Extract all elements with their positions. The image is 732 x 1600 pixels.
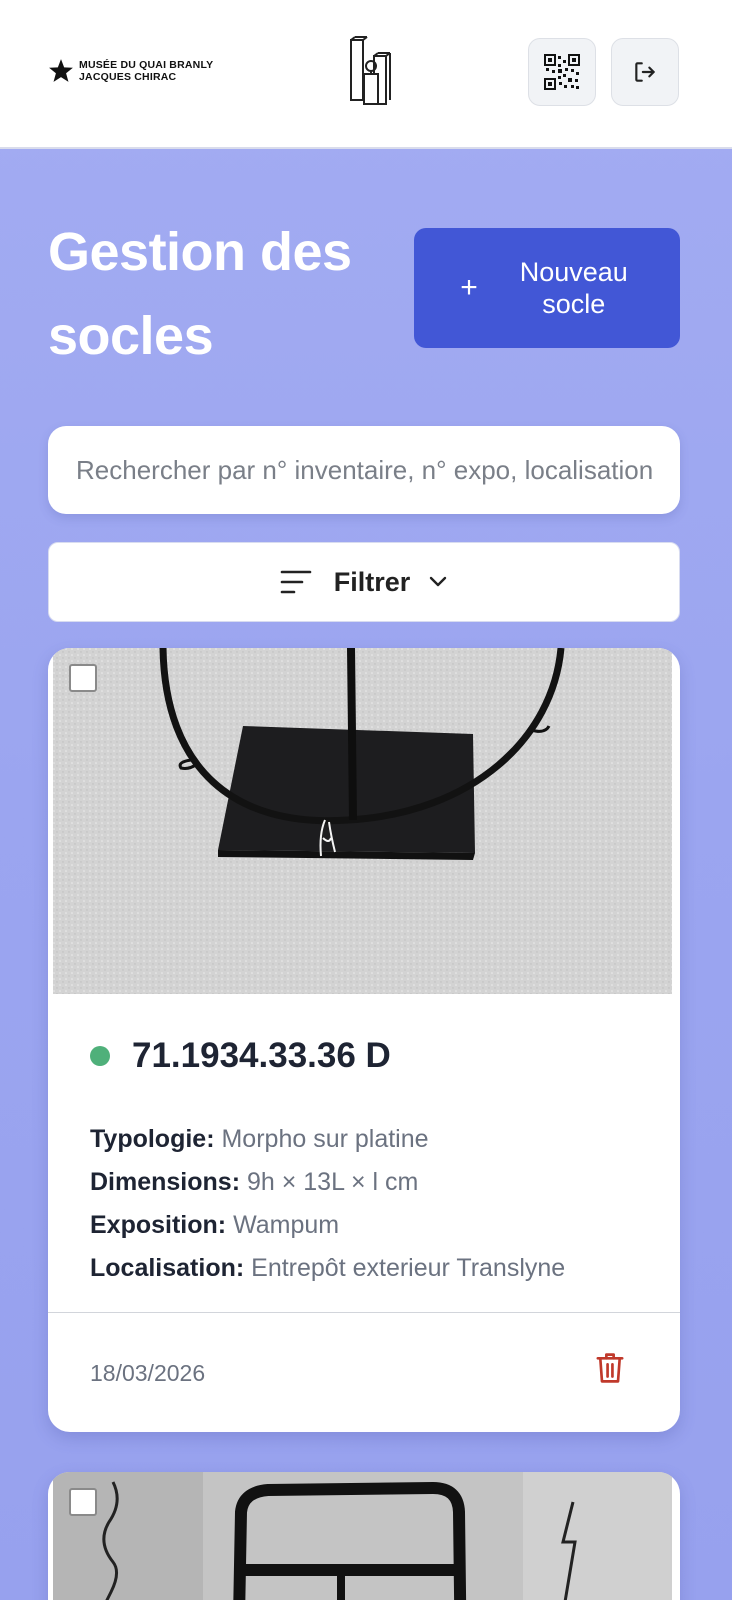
prop-exposition-label: Exposition: [90,1211,227,1239]
museum-logo[interactable]: MUSÉE DU QUAI BRANLY JACQUES CHIRAC [48,58,213,84]
socle-photo-drawing [53,1472,672,1600]
prop-dimensions-label: Dimensions: [90,1168,241,1196]
prop-localisation-label: Localisation: [90,1254,245,1282]
select-checkbox[interactable] [69,664,97,692]
logo-text: MUSÉE DU QUAI BRANLY JACQUES CHIRAC [79,59,213,83]
logout-button[interactable] [611,38,679,106]
status-dot [90,1046,110,1066]
new-socle-label: Nouveau socle [519,257,628,319]
socle-photo [53,648,672,994]
star-icon [49,59,73,82]
new-socle-button[interactable]: + Nouveau socle [414,228,680,348]
prop-typologie-value: Morpho sur platine [221,1125,429,1153]
inventory-number: 71.1934.33.36 D [132,1036,391,1075]
prop-dimensions-value: 9h × 13L × l cm [246,1168,419,1196]
prop-localisation: Localisation: Entrepôt exterieur Transly… [90,1247,565,1290]
search-input[interactable] [76,454,652,486]
socle-properties: Typologie: Morpho sur platine Dimensions… [90,1118,565,1290]
prop-exposition-value: Wampum [233,1211,340,1239]
search-box [48,426,680,514]
socle-app-icon [350,36,391,105]
filter-button[interactable]: Filtrer [48,542,680,622]
socle-photo-drawing [53,648,672,994]
socle-date: 18/03/2026 [90,1360,206,1386]
select-checkbox[interactable] [69,1488,97,1516]
logo-line-1: MUSÉE DU QUAI BRANLY [79,59,214,71]
app-header: MUSÉE DU QUAI BRANLY JACQUES CHIRAC [0,0,732,149]
prop-exposition: Exposition: Wampum [90,1204,565,1247]
socle-card[interactable] [48,1472,680,1600]
logout-icon [635,62,655,82]
socle-card[interactable]: 71.1934.33.36 D Typologie: Morpho sur pl… [48,648,680,1432]
card-divider [48,1312,680,1313]
prop-dimensions: Dimensions: 9h × 13L × l cm [90,1161,565,1204]
trash-icon[interactable] [595,1351,625,1385]
logo-line-2: JACQUES CHIRAC [79,71,177,83]
filter-lines-icon [280,570,312,594]
reference-row: 71.1934.33.36 D [90,1036,391,1076]
filter-label: Filtrer [333,566,411,597]
chevron-down-icon [430,576,447,587]
prop-localisation-value: Entrepôt exterieur Translyne [251,1254,566,1282]
qr-scan-button[interactable] [528,38,596,106]
page-title: Gestion des socles [48,222,352,366]
plus-icon: + [460,271,478,304]
qr-code-icon [544,54,580,90]
prop-typologie: Typologie: Morpho sur platine [90,1118,565,1161]
socle-photo [53,1472,672,1600]
prop-typologie-label: Typologie: [90,1125,215,1153]
